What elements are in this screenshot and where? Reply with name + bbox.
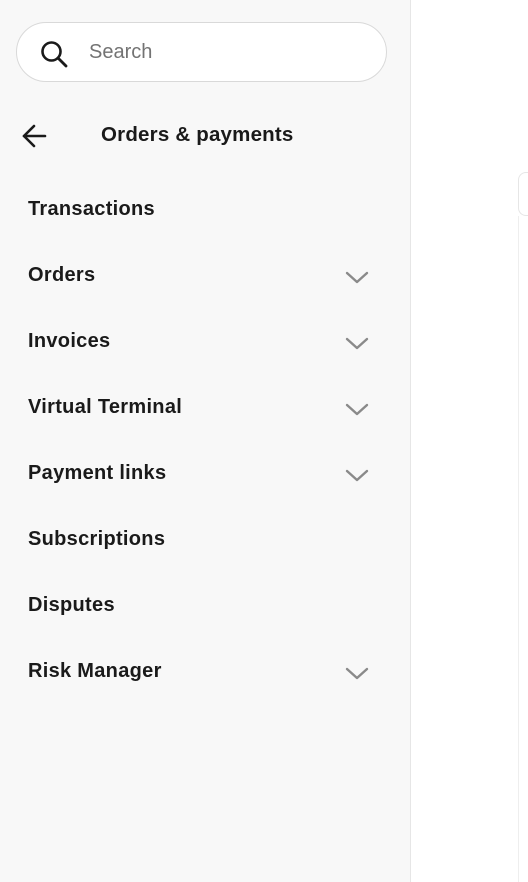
content-panel-border	[518, 216, 528, 882]
nav-item-payment-links[interactable]: Payment links	[0, 442, 411, 508]
nav-item-label: Orders	[28, 264, 96, 286]
page-title: Orders & payments	[101, 123, 294, 146]
nav-item-disputes[interactable]: Disputes	[0, 574, 411, 640]
search-input[interactable]	[89, 33, 369, 71]
nav-item-subscriptions[interactable]: Subscriptions	[0, 508, 411, 574]
back-button[interactable]	[16, 118, 52, 154]
nav-item-label: Virtual Terminal	[28, 396, 183, 418]
nav-item-label: Payment links	[28, 462, 167, 484]
chevron-down-icon[interactable]	[344, 268, 370, 286]
nav-item-risk-manager[interactable]: Risk Manager	[0, 640, 411, 706]
chevron-down-icon[interactable]	[344, 466, 370, 484]
arrow-left-icon	[22, 124, 47, 148]
nav-item-virtual-terminal[interactable]: Virtual Terminal	[0, 376, 411, 442]
nav-item-label: Transactions	[28, 198, 155, 220]
sidebar: Orders & payments Transactions Orders In…	[0, 0, 411, 882]
nav-item-label: Invoices	[28, 330, 111, 352]
main-content	[412, 0, 528, 882]
chevron-down-icon[interactable]	[344, 400, 370, 418]
search-icon	[41, 41, 68, 68]
nav-item-orders[interactable]: Orders	[0, 244, 411, 310]
nav-item-label: Subscriptions	[28, 528, 166, 550]
nav-item-label: Disputes	[28, 594, 115, 616]
search-bar[interactable]	[16, 22, 387, 82]
nav-item-transactions[interactable]: Transactions	[0, 178, 411, 244]
section-header: Orders & payments	[0, 110, 411, 162]
nav-item-invoices[interactable]: Invoices	[0, 310, 411, 376]
chevron-down-icon[interactable]	[344, 664, 370, 682]
nav-item-label: Risk Manager	[28, 660, 162, 682]
content-panel-edge	[518, 172, 528, 216]
nav-list: Transactions Orders Invoices Virtual Ter…	[0, 178, 411, 706]
chevron-down-icon[interactable]	[344, 334, 370, 352]
